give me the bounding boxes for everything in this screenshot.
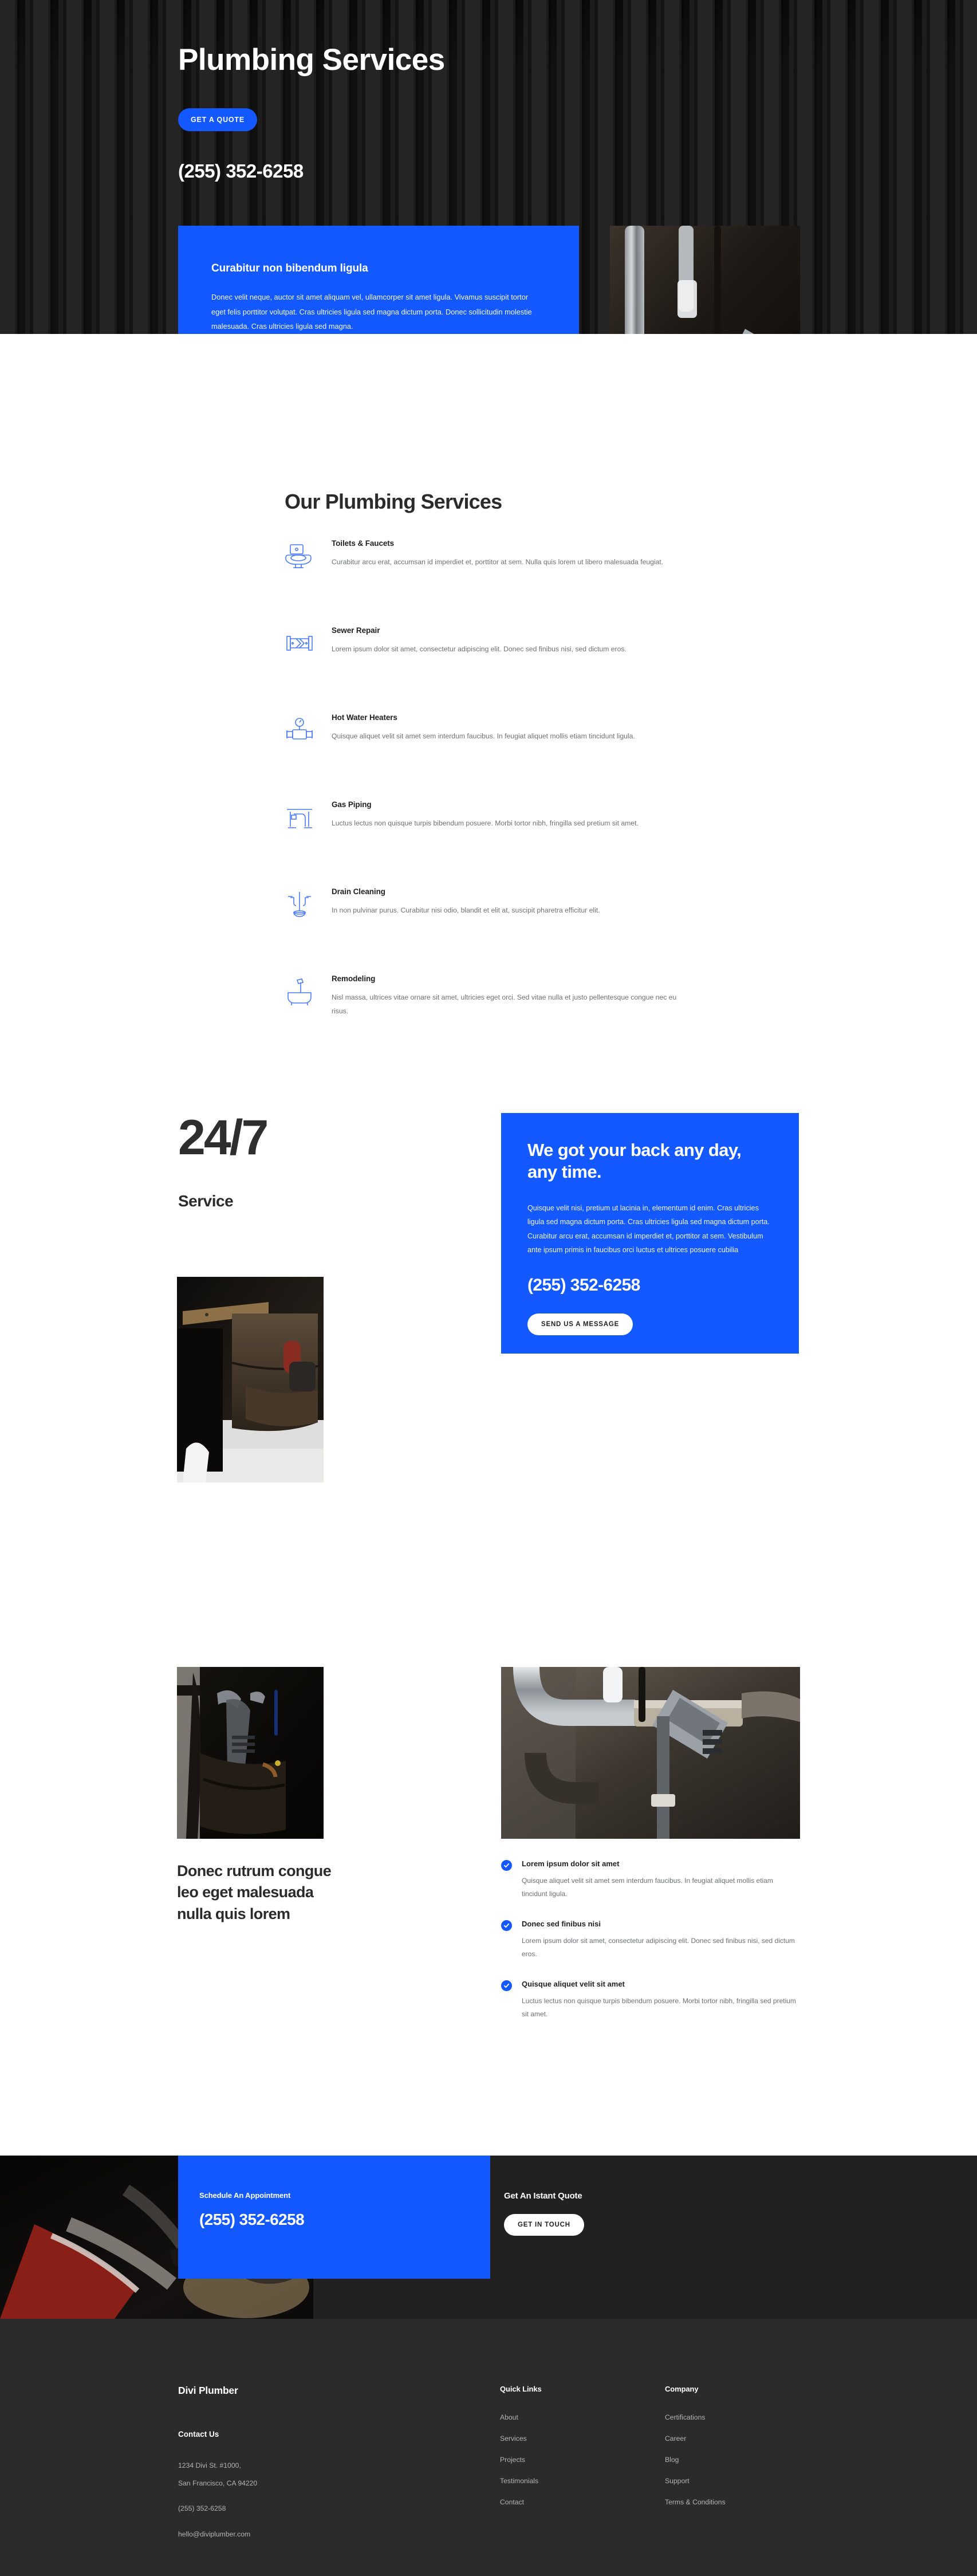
- hero-background-caps: [0, 0, 977, 68]
- send-us-a-message-button[interactable]: SEND US A MESSAGE: [527, 1313, 633, 1335]
- footer-address-line-1: 1234 Divi St. #1000,: [178, 2461, 241, 2469]
- features-list: Lorem ipsum dolor sit amet Quisque aliqu…: [501, 1859, 800, 2039]
- company-link-career[interactable]: Career: [665, 2435, 726, 2443]
- quick-link-contact[interactable]: Contact: [500, 2498, 542, 2506]
- services-heading: Our Plumbing Services: [285, 490, 502, 513]
- instant-quote-block: Get An Istant Quote GET IN TOUCH: [504, 2191, 584, 2236]
- schedule-phone[interactable]: (255) 352-6258: [199, 2211, 490, 2229]
- company-heading: Company: [665, 2385, 699, 2393]
- service-item[interactable]: Drain Cleaning In non pulvinar purus. Cu…: [285, 887, 697, 959]
- footer-brand-column: Divi Plumber Contact Us 1234 Divi St. #1…: [178, 2385, 257, 2543]
- features-section: Donec rutrum congue leo eget malesuada n…: [0, 1631, 977, 2143]
- site-footer: Divi Plumber Contact Us 1234 Divi St. #1…: [0, 2319, 977, 2576]
- service-description: In non pulvinar purus. Curabitur nisi od…: [332, 906, 600, 914]
- feature-description: Lorem ipsum dolor sit amet, consectetur …: [522, 1936, 795, 1958]
- check-icon: [501, 1860, 512, 1871]
- quick-link-testimonials[interactable]: Testimonials: [500, 2477, 542, 2485]
- service-description: Nisl massa, ultrices vitae ornare sit am…: [332, 993, 677, 1015]
- page-title: Plumbing Services: [178, 43, 445, 77]
- company-link-support[interactable]: Support: [665, 2477, 726, 2485]
- cta-heading: We got your back any day, any time.: [527, 1140, 742, 1182]
- feature-item[interactable]: Lorem ipsum dolor sit amet Quisque aliqu…: [501, 1859, 800, 1901]
- get-a-quote-button[interactable]: GET A QUOTE: [178, 108, 257, 131]
- feature-title: Lorem ipsum dolor sit amet: [522, 1859, 620, 1868]
- bathtub-shower-icon: [285, 977, 320, 1010]
- footer-quick-links-column: Quick Links About Services Projects Test…: [500, 2385, 542, 2519]
- water-heater-gauge-icon: [285, 715, 320, 749]
- instant-quote-label: Get An Istant Quote: [504, 2191, 582, 2201]
- services-list: Toilets & Faucets Curabitur arcu erat, a…: [285, 539, 697, 1061]
- tool-belt-photo: [177, 1277, 324, 1482]
- quick-link-services[interactable]: Services: [500, 2435, 542, 2443]
- service-title: Remodeling: [332, 974, 376, 983]
- service-item[interactable]: Sewer Repair Lorem ipsum dolor sit amet,…: [285, 626, 697, 698]
- availability-number: 24/7: [178, 1110, 269, 1165]
- availability-section: 24/7 Service We got your back any day, a…: [0, 1056, 977, 1631]
- hero-image: [610, 226, 800, 334]
- feature-description: Quisque aliquet velit sit amet sem inter…: [522, 1877, 773, 1898]
- company-link-certifications[interactable]: Certifications: [665, 2413, 726, 2421]
- toilet-icon: [285, 541, 320, 575]
- service-description: Luctus lectus non quisque turpis bibendu…: [332, 819, 639, 827]
- get-in-touch-button[interactable]: GET IN TOUCH: [504, 2214, 584, 2236]
- service-item[interactable]: Hot Water Heaters Quisque aliquet velit …: [285, 713, 697, 785]
- gas-pipe-icon: [285, 803, 320, 836]
- footer-company-column: Company Certifications Career Blog Suppo…: [665, 2385, 726, 2519]
- service-title: Gas Piping: [332, 800, 372, 809]
- footer-contact-heading: Contact Us: [178, 2430, 219, 2439]
- hero-info-card: Curabitur non bibendum ligula Donec veli…: [178, 226, 579, 334]
- cta-phone-number[interactable]: (255) 352-6258: [527, 1276, 773, 1295]
- service-item[interactable]: Gas Piping Luctus lectus non quisque tur…: [285, 800, 697, 872]
- service-item[interactable]: Remodeling Nisl massa, ultrices vitae or…: [285, 974, 697, 1047]
- services-section: Our Plumbing Services Toilets & Faucets …: [0, 334, 977, 1056]
- footer-address-line-2: San Francisco, CA 94220: [178, 2479, 258, 2487]
- company-link-blog[interactable]: Blog: [665, 2456, 726, 2464]
- footer-phone[interactable]: (255) 352-6258: [178, 2500, 257, 2518]
- sewer-pipe-icon: [285, 628, 320, 662]
- service-title: Sewer Repair: [332, 626, 380, 635]
- service-title: Hot Water Heaters: [332, 713, 397, 722]
- service-title: Toilets & Faucets: [332, 539, 395, 548]
- service-description: Quisque aliquet velit sit amet sem inter…: [332, 732, 635, 740]
- hero-phone-number[interactable]: (255) 352-6258: [178, 160, 304, 182]
- company-link-terms[interactable]: Terms & Conditions: [665, 2498, 726, 2506]
- worker-image: [177, 1277, 324, 1482]
- appointment-banner: Schedule An Appointment (255) 352-6258 G…: [0, 2156, 977, 2319]
- footer-brand-name: Divi Plumber: [178, 2385, 238, 2396]
- schedule-appointment-card: Schedule An Appointment (255) 352-6258: [178, 2156, 490, 2279]
- service-item[interactable]: Toilets & Faucets Curabitur arcu erat, a…: [285, 539, 697, 611]
- service-title: Drain Cleaning: [332, 887, 385, 896]
- hero-card-heading: Curabitur non bibendum ligula: [211, 262, 368, 274]
- hero-section: Plumbing Services GET A QUOTE (255) 352-…: [0, 0, 977, 334]
- feature-item[interactable]: Quisque aliquet velit sit amet Luctus le…: [501, 1980, 800, 2022]
- quick-links-heading: Quick Links: [500, 2385, 542, 2393]
- cta-body: Quisque velit nisi, pretium ut lacinia i…: [527, 1204, 770, 1254]
- features-heading: Donec rutrum congue leo eget malesuada n…: [177, 1862, 332, 1922]
- feature-title: Donec sed finibus nisi: [522, 1919, 601, 1928]
- service-description: Curabitur arcu erat, accumsan id imperdi…: [332, 558, 664, 566]
- quick-link-about[interactable]: About: [500, 2413, 542, 2421]
- pipes-wrench-photo: [610, 226, 800, 334]
- feature-title: Quisque aliquet velit sit amet: [522, 1979, 625, 1988]
- feature-description: Luctus lectus non quisque turpis bibendu…: [522, 1996, 796, 2018]
- hero-card-body: Donec velit neque, auctor sit amet aliqu…: [211, 293, 532, 331]
- pipe-wrench-photo: [501, 1667, 800, 1839]
- availability-cta-card: We got your back any day, any time. Quis…: [501, 1113, 799, 1354]
- features-left-image: [177, 1667, 324, 1839]
- service-description: Lorem ipsum dolor sit amet, consectetur …: [332, 645, 627, 653]
- feature-item[interactable]: Donec sed finibus nisi Lorem ipsum dolor…: [501, 1920, 800, 1961]
- features-right-image: [501, 1667, 800, 1839]
- quick-link-projects[interactable]: Projects: [500, 2456, 542, 2464]
- check-icon: [501, 1920, 512, 1931]
- footer-email[interactable]: hello@diviplumber.com: [178, 2526, 257, 2543]
- availability-subtitle: Service: [178, 1192, 234, 1210]
- wrench-pouch-photo: [177, 1667, 324, 1839]
- check-icon: [501, 1980, 512, 1991]
- schedule-label: Schedule An Appointment: [199, 2191, 291, 2200]
- plunger-drain-icon: [285, 890, 320, 923]
